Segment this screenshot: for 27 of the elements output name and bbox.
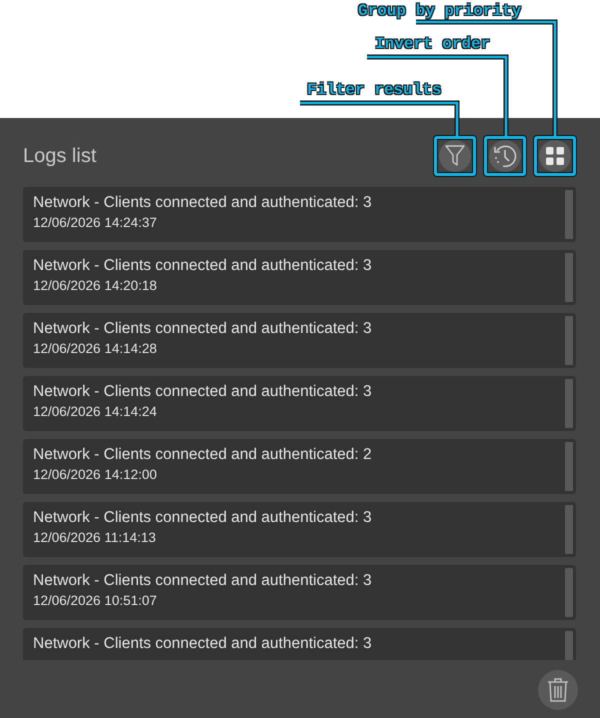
log-message: Network - Clients connected and authenticated: 3 [33, 194, 373, 212]
log-message: Network - Clients connected and authenticated: 3 [33, 383, 373, 401]
log-message: Network - Clients connected and authenticated: 3 [33, 635, 373, 653]
log-item[interactable]: Network - Clients connected and authenticated: 3 12/06/2026 10:51:07 [23, 565, 576, 620]
log-time: 12/06/2026 14:12:00 [33, 467, 158, 482]
log-item[interactable]: Network - Clients connected and authenticated: 3 12/06/2026 14:14:24 [23, 376, 576, 431]
log-item[interactable]: Network - Clients connected and authenticated: 3 [23, 628, 576, 660]
log-item[interactable]: Network - Clients connected and authenticated: 3 12/06/2026 14:24:37 [23, 187, 576, 242]
log-message: Network - Clients connected and authenticated: 3 [33, 509, 373, 527]
callout-label: Invert order [375, 35, 490, 53]
log-time: 12/06/2026 14:14:28 [33, 341, 158, 356]
log-time: 12/06/2026 14:14:24 [33, 404, 158, 419]
log-message: Network - Clients connected and authenticated: 3 [33, 572, 373, 590]
log-message: Network - Clients connected and authenticated: 2 [33, 446, 373, 464]
log-time: 12/06/2026 11:14:13 [33, 530, 157, 545]
log-item[interactable]: Network - Clients connected and authenticated: 3 12/06/2026 14:14:28 [23, 313, 576, 368]
log-item[interactable]: Network - Clients connected and authenticated: 3 12/06/2026 11:14:13 [23, 502, 576, 557]
log-item[interactable]: Network - Clients connected and authenticated: 2 12/06/2026 14:12:00 [23, 439, 576, 494]
log-time: 12/06/2026 10:51:07 [33, 593, 158, 608]
callout-label: Group by priority [358, 2, 522, 20]
log-item[interactable]: Network - Clients connected and authenticated: 3 12/06/2026 14:20:18 [23, 250, 576, 305]
panel-title: Logs list [23, 144, 98, 168]
callout-label: Filter results [307, 81, 442, 99]
log-time: 12/06/2026 14:20:18 [33, 278, 158, 293]
log-message: Network - Clients connected and authenticated: 3 [33, 320, 373, 338]
log-time: 12/06/2026 14:24:37 [33, 215, 158, 230]
log-message: Network - Clients connected and authenticated: 3 [33, 257, 373, 275]
